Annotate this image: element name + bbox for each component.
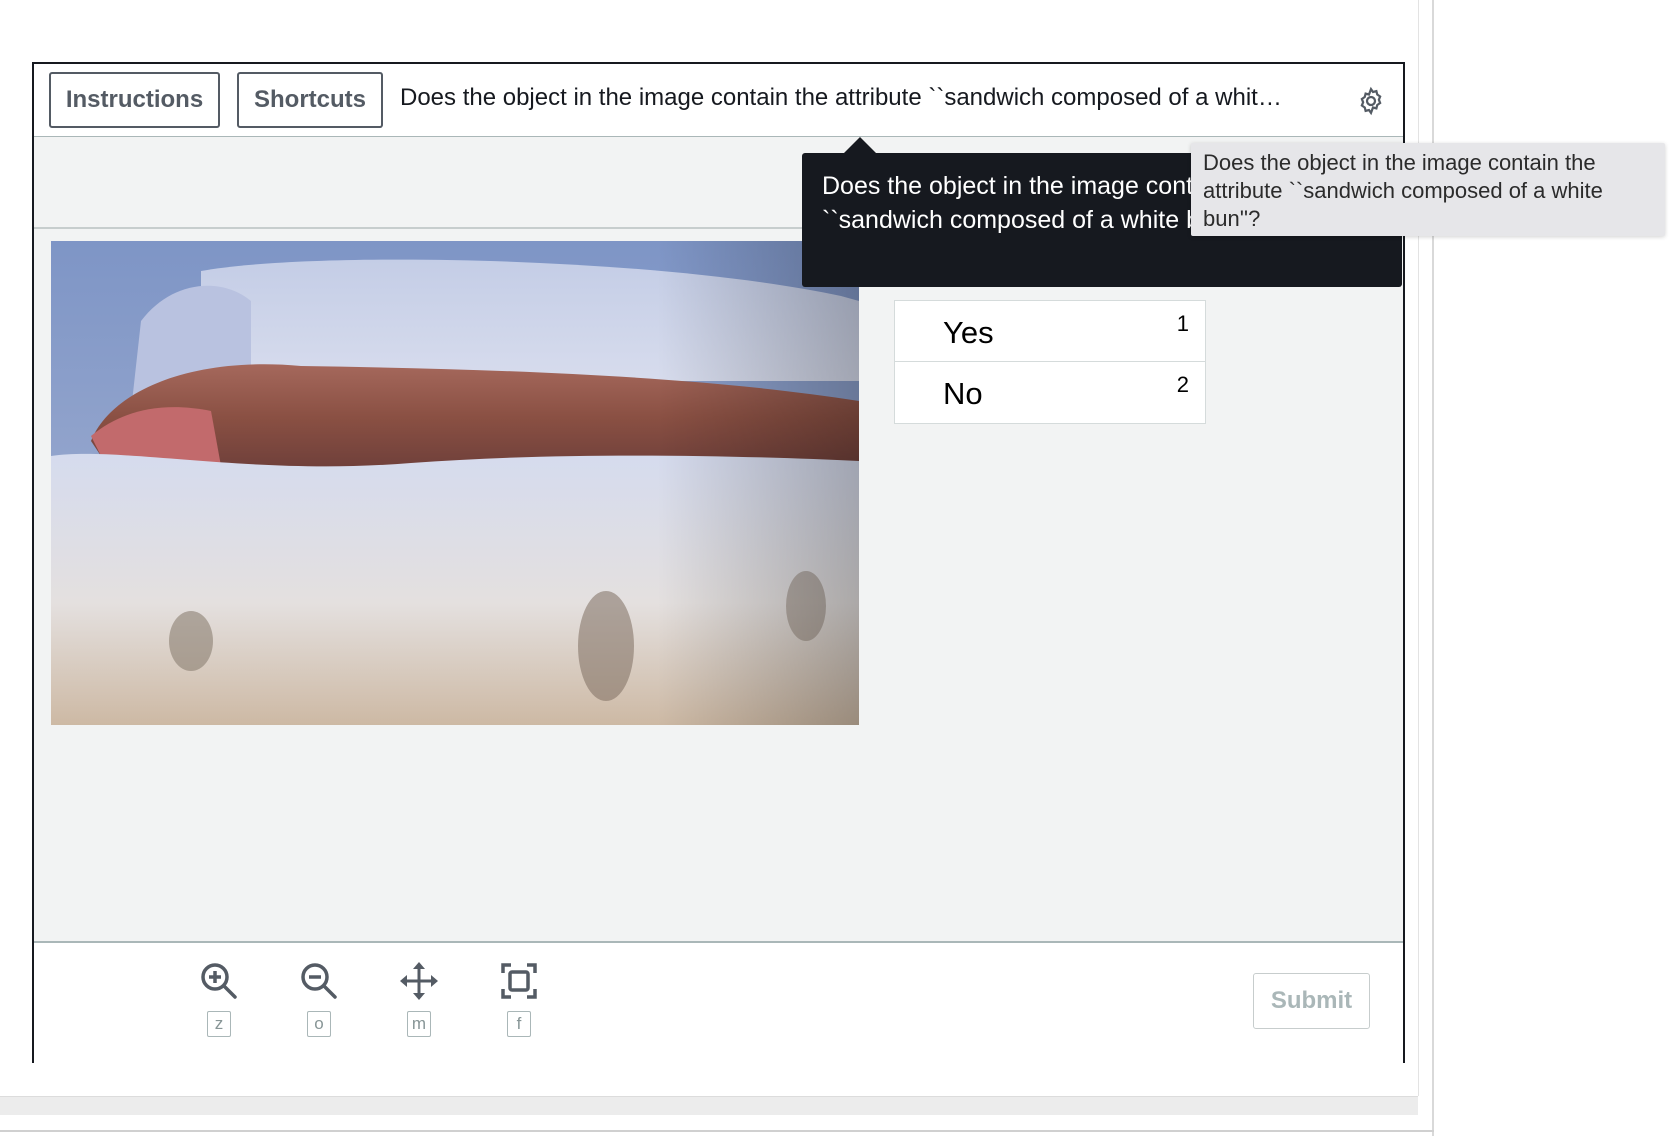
browser-title-tooltip-text: Does the object in the image contain the… (1203, 150, 1603, 231)
choice-yes[interactable]: Yes 1 (895, 301, 1205, 362)
zoom-out-tool[interactable]: o (294, 961, 344, 1037)
instructions-button[interactable]: Instructions (49, 72, 220, 128)
browser-title-tooltip: Does the object in the image contain the… (1191, 143, 1665, 236)
move-tool[interactable]: m (394, 961, 444, 1037)
submit-button[interactable]: Submit (1253, 973, 1370, 1029)
choice-no[interactable]: No 2 (895, 362, 1205, 423)
zoom-in-icon (201, 963, 237, 999)
move-shortcut: m (407, 1011, 431, 1037)
zoom-out-shortcut: o (307, 1011, 331, 1037)
fit-screen-shortcut: f (507, 1011, 531, 1037)
fit-screen-tool[interactable]: f (494, 961, 544, 1037)
hot-dog-photo[interactable] (51, 241, 859, 725)
tooltip-arrow (844, 137, 876, 153)
fit-screen-icon (501, 963, 537, 999)
move-icon (400, 962, 438, 1000)
choice-yes-shortcut: 1 (1176, 311, 1189, 336)
zoom-in-tool[interactable]: z (194, 961, 244, 1037)
shortcuts-button[interactable]: Shortcuts (237, 72, 383, 128)
choice-no-label: No (943, 376, 983, 411)
choice-yes-label: Yes (943, 315, 994, 350)
page-bottom-band (0, 1096, 1418, 1115)
task-header: Instructions Shortcuts Does the object i… (34, 64, 1403, 137)
image-toolbar: z o m f Submit (34, 941, 1403, 1065)
choice-no-shortcut: 2 (1176, 372, 1189, 397)
answer-choices: Yes 1 No 2 (894, 300, 1206, 424)
zoom-out-icon (301, 963, 337, 999)
page-bottom-divider (0, 1130, 1434, 1132)
zoom-in-shortcut: z (207, 1011, 231, 1037)
gear-icon[interactable] (1356, 86, 1386, 116)
task-question[interactable]: Does the object in the image contain the… (400, 84, 1330, 112)
